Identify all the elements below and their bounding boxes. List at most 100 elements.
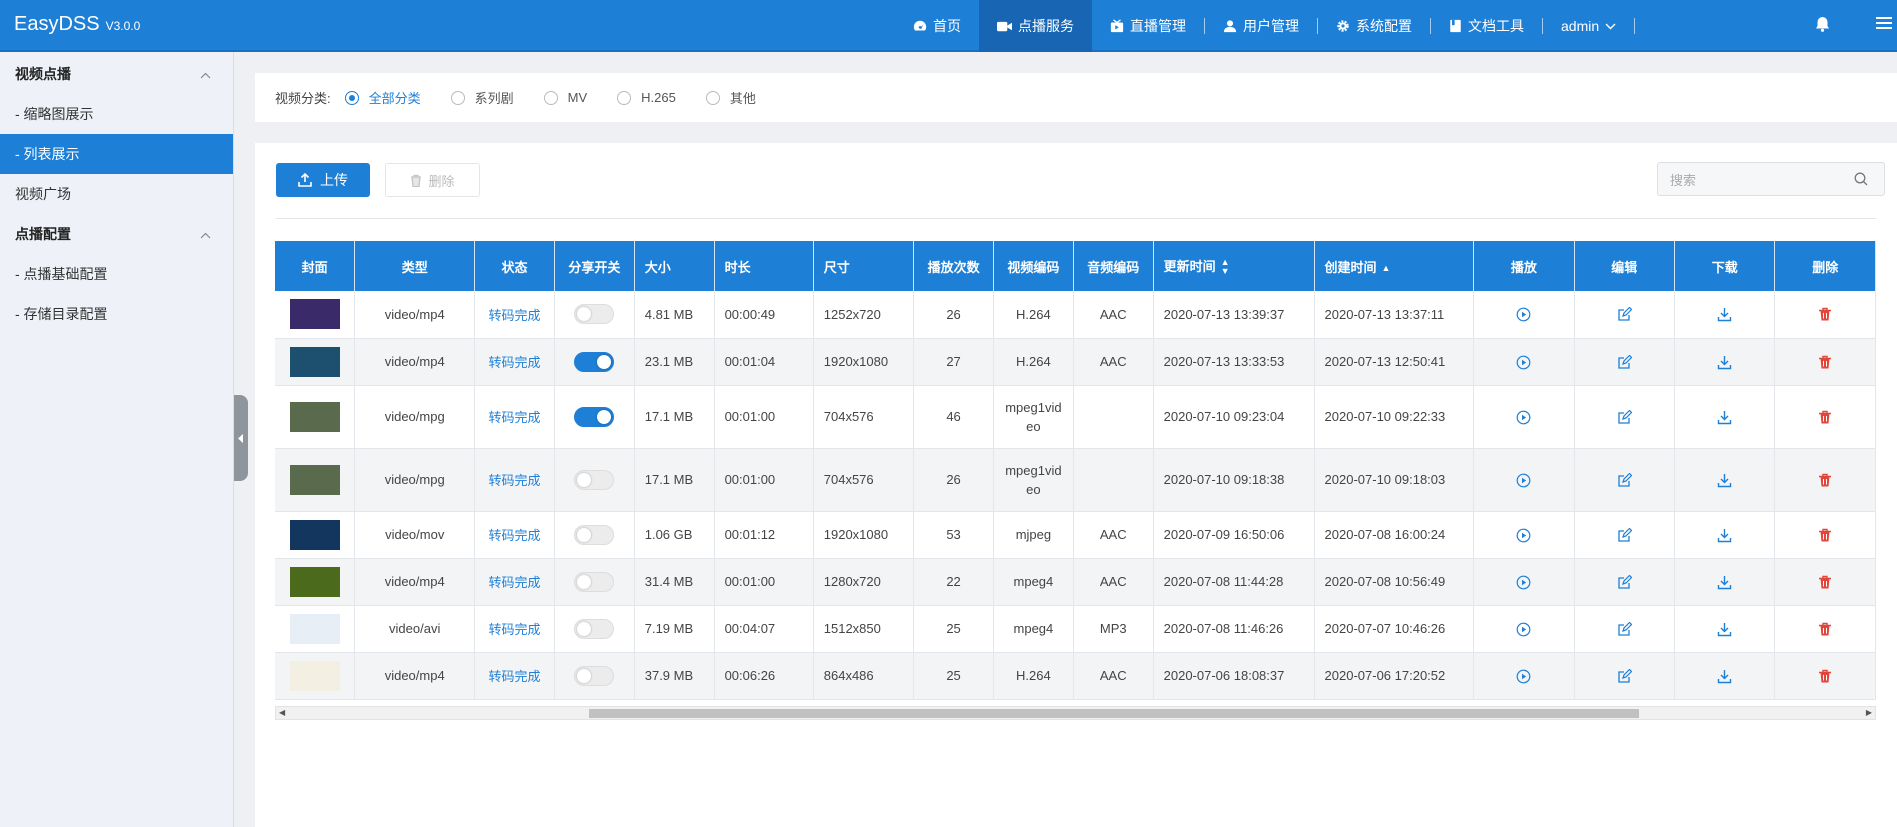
play-icon[interactable] <box>1516 669 1531 684</box>
horizontal-scrollbar[interactable]: ◀ ▶ <box>275 706 1876 720</box>
hamburger-menu-icon[interactable] <box>1876 16 1892 33</box>
video-thumbnail[interactable] <box>289 464 340 495</box>
col-header-status: 状态 <box>474 241 555 291</box>
trash-icon[interactable] <box>1818 355 1832 370</box>
download-icon[interactable] <box>1717 669 1732 684</box>
table-row[interactable]: video/mp4 转码完成 23.1 MB 00:01:04 1920x1080 27 H… <box>275 338 1876 386</box>
edit-icon[interactable] <box>1617 307 1632 322</box>
video-thumbnail[interactable] <box>289 299 340 330</box>
play-icon[interactable] <box>1516 575 1531 590</box>
share-toggle[interactable] <box>574 469 615 490</box>
nav-live[interactable]: 直播管理 <box>1092 0 1204 52</box>
table-row[interactable]: video/mp4 转码完成 4.81 MB 00:00:49 1252x720 26 H.… <box>275 291 1876 339</box>
share-toggle[interactable] <box>574 571 615 592</box>
download-icon[interactable] <box>1717 307 1732 322</box>
edit-icon[interactable] <box>1617 527 1632 543</box>
scroll-left-arrow-icon[interactable]: ◀ <box>279 708 285 717</box>
share-toggle[interactable] <box>574 618 615 639</box>
video-thumbnail[interactable] <box>289 519 340 550</box>
trash-icon[interactable] <box>1818 307 1832 322</box>
search-input[interactable]: 搜索 <box>1657 162 1885 196</box>
video-thumbnail[interactable] <box>289 613 340 644</box>
video-thumbnail[interactable] <box>289 566 340 597</box>
edit-icon[interactable] <box>1617 574 1632 590</box>
share-toggle[interactable] <box>574 304 615 325</box>
table-row[interactable]: video/mp4 转码完成 37.9 MB 00:06:26 864x486 25 H.2… <box>275 652 1876 700</box>
edit-icon[interactable] <box>1617 621 1632 637</box>
bell-icon[interactable] <box>1815 16 1830 35</box>
download-icon[interactable] <box>1717 410 1732 425</box>
share-toggle[interactable] <box>574 665 615 686</box>
category-radio-all[interactable]: 全部分类 <box>344 88 421 107</box>
share-toggle[interactable] <box>574 351 615 372</box>
updated-time-cell: 2020-07-10 09:18:38 <box>1153 448 1315 512</box>
play-icon[interactable] <box>1516 355 1531 370</box>
edit-icon[interactable] <box>1617 668 1632 684</box>
trash-icon[interactable] <box>1818 528 1832 543</box>
download-icon[interactable] <box>1717 622 1732 637</box>
cover-cell <box>275 558 356 606</box>
user-menu[interactable]: admin <box>1543 0 1634 52</box>
nav-docs[interactable]: 文档工具 <box>1431 0 1542 52</box>
download-icon[interactable] <box>1717 355 1732 370</box>
nav-home[interactable]: 首页 <box>895 0 979 52</box>
table-row[interactable]: video/avi 转码完成 7.19 MB 00:04:07 1512x850 25 mp… <box>275 605 1876 653</box>
sidebar-item-square[interactable]: 视频广场 <box>0 174 233 214</box>
col-header-size: 大小 <box>634 241 715 291</box>
dimensions-cell: 1280x720 <box>813 558 915 606</box>
share-toggle[interactable] <box>574 524 615 545</box>
table-row[interactable]: video/mpg 转码完成 17.1 MB 00:01:00 704x576 46 mpe… <box>275 385 1876 449</box>
sidebar-group-config[interactable]: 点播配置 <box>0 214 233 254</box>
download-icon[interactable] <box>1717 575 1732 590</box>
trash-icon[interactable] <box>1818 669 1832 684</box>
col-header-created[interactable]: 创建时间 ▲ <box>1314 241 1475 291</box>
sort-asc-icon[interactable]: ▲ <box>1382 263 1391 273</box>
delete-button[interactable]: 删除 <box>385 163 480 197</box>
dashboard-icon <box>913 19 927 33</box>
sort-both-icon[interactable]: ▲ ▼ <box>1221 258 1230 276</box>
col-header-cover: 封面 <box>275 241 356 291</box>
nav-settings[interactable]: 系统配置 <box>1318 0 1430 52</box>
category-radio-other[interactable]: 其他 <box>705 88 756 107</box>
edit-icon[interactable] <box>1617 354 1632 370</box>
category-radio-h265[interactable]: H.265 <box>617 90 676 105</box>
table-row[interactable]: video/mov 转码完成 1.06 GB 00:01:12 1920x1080 53 m… <box>275 511 1876 559</box>
play-icon[interactable] <box>1516 307 1531 322</box>
nav-vod[interactable]: 点播服务 <box>979 0 1092 52</box>
video-thumbnail[interactable] <box>289 346 340 377</box>
sidebar-collapse-handle[interactable] <box>234 395 248 481</box>
sidebar-item-thumbnail[interactable]: - 缩略图展示 <box>0 94 233 134</box>
app-logo[interactable]: EasyDSS V3.0.0 <box>14 13 140 36</box>
search-icon[interactable] <box>1854 172 1868 189</box>
scroll-right-arrow-icon[interactable]: ▶ <box>1866 708 1872 717</box>
video-thumbnail[interactable] <box>289 401 340 432</box>
video-codec-cell: mpeg4 <box>993 558 1074 606</box>
col-header-updated[interactable]: 更新时间 ▲ ▼ <box>1153 241 1315 291</box>
sidebar-item-list[interactable]: - 列表展示 <box>0 134 233 174</box>
edit-icon[interactable] <box>1617 472 1632 488</box>
trash-icon[interactable] <box>1818 575 1832 590</box>
upload-button[interactable]: 上传 <box>276 163 370 197</box>
col-header-share: 分享开关 <box>554 241 635 291</box>
table-row[interactable]: video/mpg 转码完成 17.1 MB 00:01:00 704x576 26 mpe… <box>275 448 1876 512</box>
sidebar-item-basic-config[interactable]: - 点播基础配置 <box>0 254 233 294</box>
trash-icon[interactable] <box>1818 473 1832 488</box>
table-row[interactable]: video/mp4 转码完成 31.4 MB 00:01:00 1280x720 22 mp… <box>275 558 1876 606</box>
play-icon[interactable] <box>1516 528 1531 543</box>
play-icon[interactable] <box>1516 622 1531 637</box>
download-icon[interactable] <box>1717 473 1732 488</box>
edit-icon[interactable] <box>1617 409 1632 425</box>
video-thumbnail[interactable] <box>289 660 340 691</box>
category-radio-series[interactable]: 系列剧 <box>450 88 514 107</box>
play-icon[interactable] <box>1516 410 1531 425</box>
trash-icon[interactable] <box>1818 622 1832 637</box>
download-icon[interactable] <box>1717 528 1732 543</box>
sidebar-group-vod[interactable]: 视频点播 <box>0 54 233 94</box>
share-toggle[interactable] <box>574 406 615 427</box>
category-radio-mv[interactable]: MV <box>543 90 587 105</box>
play-icon[interactable] <box>1516 473 1531 488</box>
sidebar-item-storage-config[interactable]: - 存储目录配置 <box>0 294 233 334</box>
scrollbar-thumb[interactable] <box>589 709 1639 718</box>
nav-users[interactable]: 用户管理 <box>1205 0 1317 52</box>
trash-icon[interactable] <box>1818 410 1832 425</box>
